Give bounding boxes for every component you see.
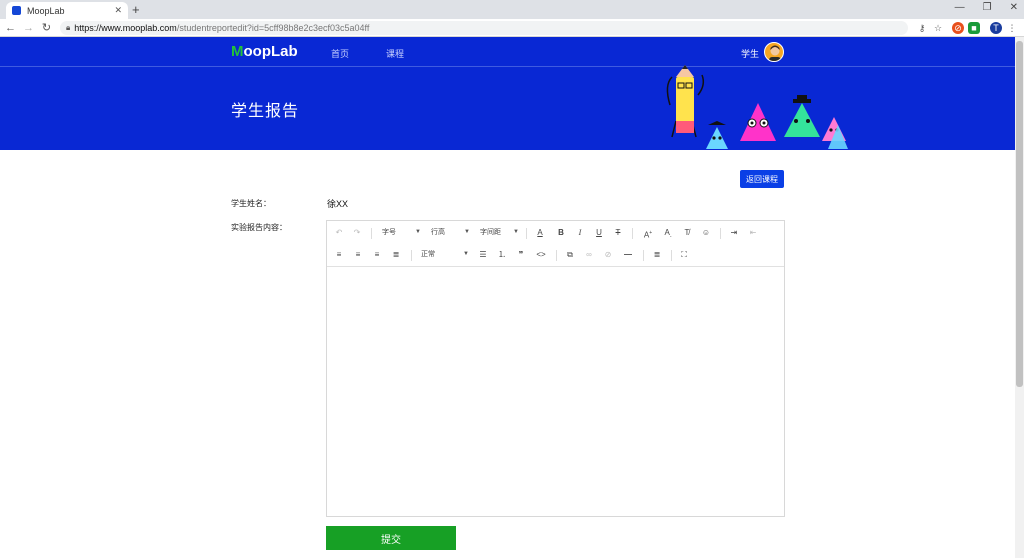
image-icon[interactable]: ⧉ (564, 249, 576, 261)
toolbar-divider (720, 228, 721, 239)
blockquote-icon[interactable]: ❞ (515, 249, 527, 261)
align-left-icon[interactable]: ≡ (333, 249, 345, 261)
key-icon[interactable]: ⚷ (916, 22, 928, 34)
new-tab-icon[interactable]: + (132, 2, 140, 17)
back-icon[interactable]: ← (3, 22, 18, 34)
toolbar-divider (671, 250, 672, 261)
toolbar-divider (411, 250, 412, 261)
font-size-select[interactable]: 字号 (382, 227, 396, 239)
browser-tab-strip: MoopLab ✕ + — ❐ ✕ (0, 0, 1024, 19)
underline-icon[interactable]: U (593, 227, 605, 239)
emoji-icon[interactable]: ☺ (700, 227, 712, 239)
chevron-down-icon: ▼ (463, 251, 469, 257)
link-icon[interactable]: ∞ (583, 249, 595, 261)
align-justify-icon[interactable]: ≣ (390, 249, 402, 261)
toolbar-divider (371, 228, 372, 239)
page-scrollbar[interactable] (1015, 37, 1024, 558)
superscript-icon[interactable]: A+ (641, 227, 655, 240)
menu-icon[interactable]: ⋮ (1006, 22, 1018, 34)
username[interactable]: 学生 (741, 47, 759, 60)
toolbar-divider (556, 250, 557, 261)
url-host: https://www.mooplab.com (74, 23, 177, 33)
font-color-icon[interactable]: A (534, 227, 546, 239)
back-to-course-button[interactable]: 返回课程 (740, 170, 784, 188)
redo-icon[interactable]: ↷ (351, 227, 363, 239)
bold-icon[interactable]: B (555, 227, 567, 239)
header-divider (0, 66, 1015, 67)
profile-icon[interactable]: T (990, 22, 1002, 34)
close-window-icon[interactable]: ✕ (1010, 2, 1018, 13)
extension-red-icon[interactable]: ⊘ (952, 22, 964, 34)
app-header: MoopLab 首页 课程 学生 学生报告 (0, 37, 1015, 150)
indent-icon[interactable]: ⇥ (728, 227, 740, 239)
student-name-value: 徐XX (327, 199, 349, 209)
forward-icon[interactable]: → (21, 22, 36, 34)
align-center-icon[interactable]: ≡ (352, 249, 364, 261)
undo-icon[interactable]: ↶ (333, 227, 345, 239)
align-right-icon[interactable]: ≡ (371, 249, 383, 261)
paragraph-format-select[interactable]: 正常 (421, 249, 435, 261)
chevron-down-icon: ▼ (464, 229, 470, 235)
browser-tab[interactable]: MoopLab ✕ (6, 2, 128, 19)
star-icon[interactable]: ☆ (932, 22, 944, 34)
bullet-list-icon[interactable]: ☰ (477, 249, 489, 261)
horizontal-rule-icon[interactable]: — (621, 249, 635, 261)
editor-content-area[interactable] (327, 268, 784, 516)
editor-toolbar: ↶ ↷ 字号 ▼ 行高 ▼ 字间距 ▼ A B I U T A+ A- T̸ ☺… (327, 221, 784, 267)
mascot-illustration (666, 65, 848, 149)
url-path: /studentreportedit?id=5cff98b8e2c3ecf03c… (176, 23, 370, 33)
numbered-list-icon[interactable]: ⒈ (496, 249, 508, 261)
letter-spacing-select[interactable]: 字间距 (480, 227, 501, 239)
site-favicon-icon (12, 6, 21, 15)
fullscreen-icon[interactable]: ⛶ (678, 249, 690, 261)
minimize-icon[interactable]: — (955, 2, 965, 13)
subscript-icon[interactable]: A- (661, 227, 675, 240)
chevron-down-icon: ▼ (513, 229, 519, 235)
maximize-icon[interactable]: ❐ (983, 2, 992, 13)
rich-text-editor: ↶ ↷ 字号 ▼ 行高 ▼ 字间距 ▼ A B I U T A+ A- T̸ ☺… (326, 220, 785, 517)
tab-close-icon[interactable]: ✕ (114, 5, 122, 16)
toolbar-divider (526, 228, 527, 239)
tab-title: MoopLab (27, 5, 65, 16)
lock-icon: 🔒︎ (66, 23, 71, 32)
extension-green-icon[interactable]: ■ (968, 22, 980, 34)
italic-icon[interactable]: I (574, 227, 586, 239)
submit-button[interactable]: 提交 (326, 526, 456, 550)
address-bar: ← → ↻ 🔒︎ https://www.mooplab.com/student… (0, 19, 1024, 37)
reload-icon[interactable]: ↻ (39, 21, 54, 34)
scrollbar-thumb[interactable] (1016, 41, 1023, 387)
avatar[interactable] (764, 42, 784, 62)
nav-courses[interactable]: 课程 (386, 47, 404, 60)
clear-all-icon[interactable]: ≣ (650, 249, 664, 261)
toolbar-divider (643, 250, 644, 261)
logo[interactable]: MoopLab (231, 43, 298, 60)
nav-home[interactable]: 首页 (331, 47, 349, 60)
window-controls: — ❐ ✕ (955, 2, 1018, 13)
line-height-select[interactable]: 行高 (431, 227, 445, 239)
page-title: 学生报告 (231, 103, 300, 120)
code-icon[interactable]: <> (534, 249, 548, 261)
report-content-label: 实验报告内容： (231, 223, 287, 232)
toolbar-divider (632, 228, 633, 239)
unlink-icon[interactable]: ⊘ (602, 249, 614, 261)
outdent-icon[interactable]: ⇤ (747, 227, 759, 239)
strikethrough-icon[interactable]: T (612, 227, 624, 239)
chevron-down-icon: ▼ (415, 229, 421, 235)
clear-format-icon[interactable]: T̸ (681, 227, 693, 239)
student-name-label: 学生姓名： (231, 199, 271, 208)
url-field[interactable]: 🔒︎ https://www.mooplab.com/studentreport… (60, 21, 908, 35)
